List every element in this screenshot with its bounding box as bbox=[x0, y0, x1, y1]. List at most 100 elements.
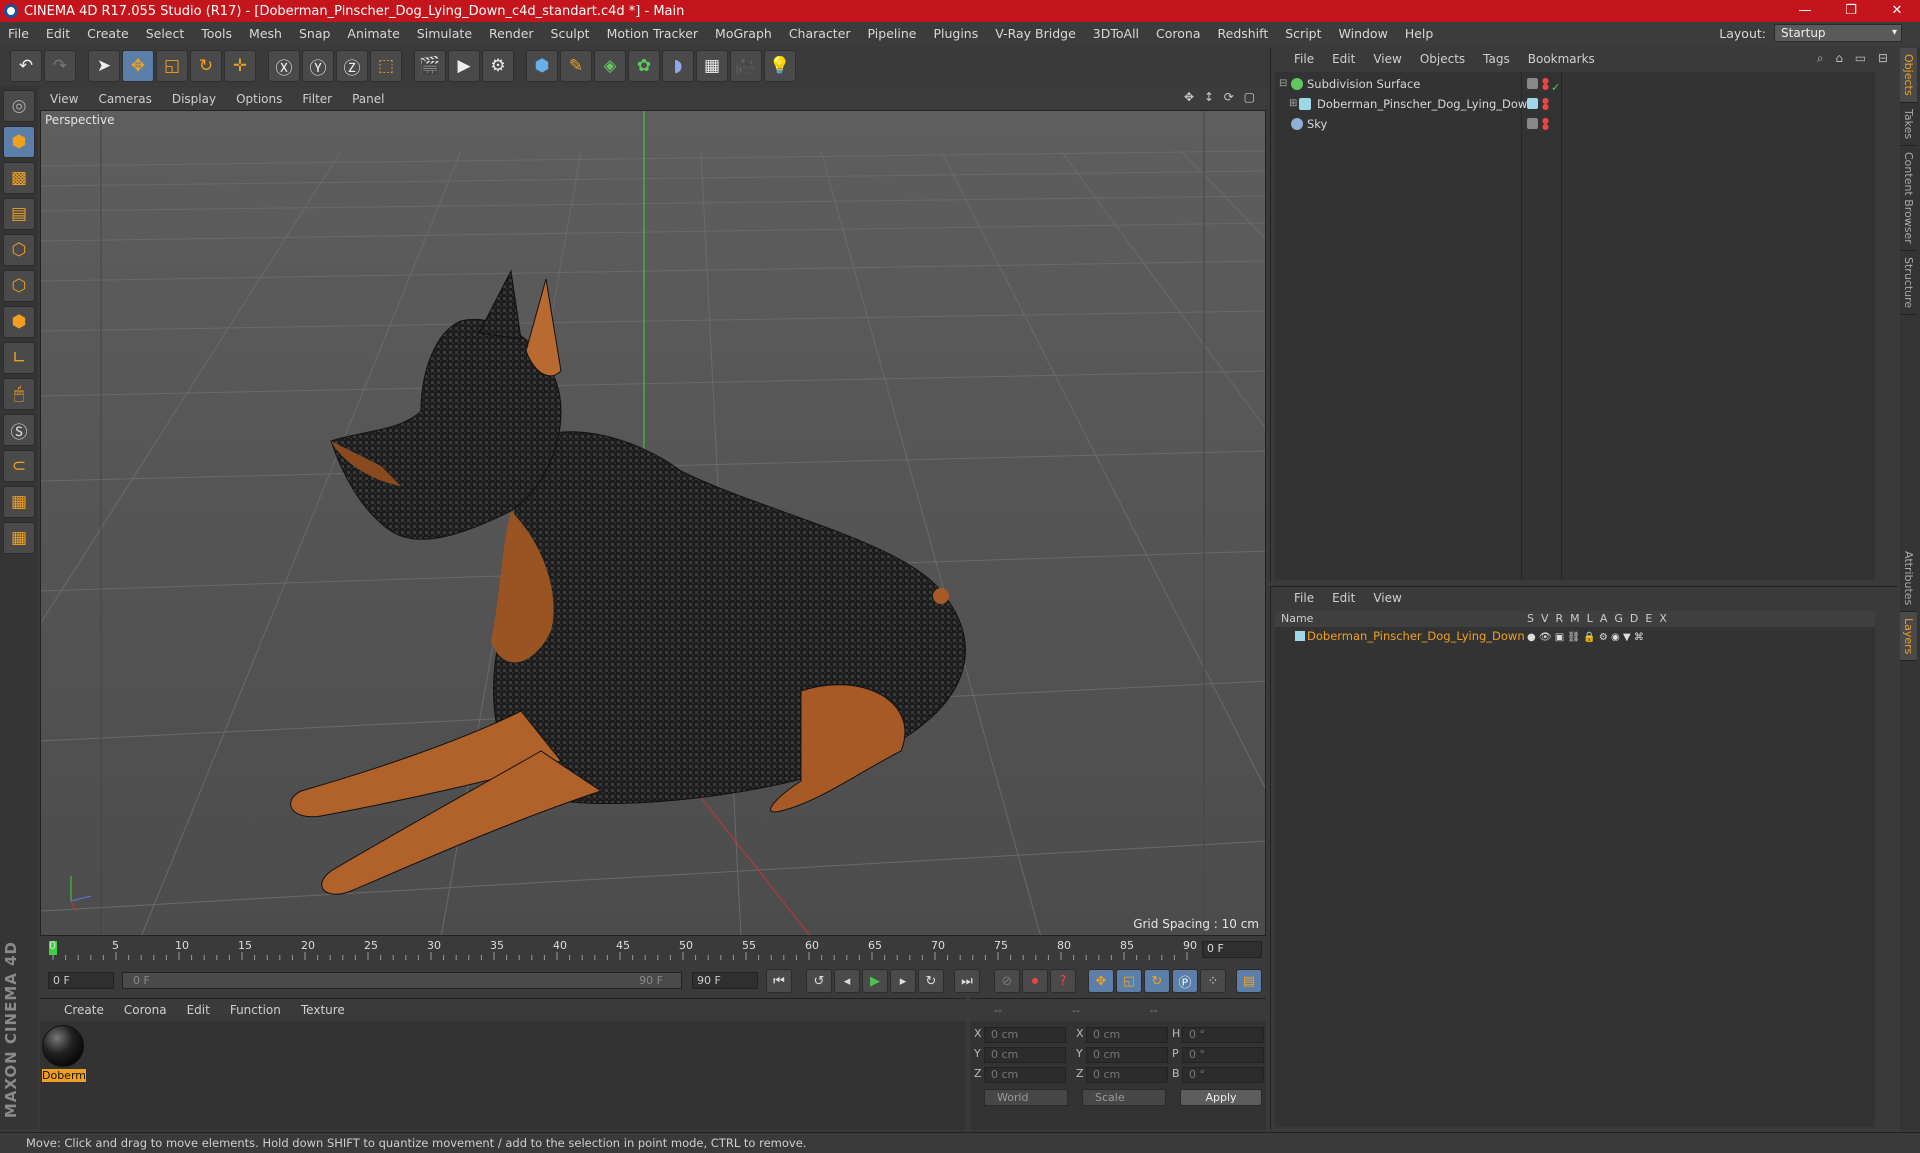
render-view-icon[interactable]: 🎬 bbox=[414, 50, 446, 82]
menu-window[interactable]: Window bbox=[1331, 22, 1397, 46]
menu-script[interactable]: Script bbox=[1277, 22, 1330, 46]
perspective-viewport[interactable]: Perspective Grid Spacing : 10 cm bbox=[40, 110, 1266, 936]
tab-attributes[interactable]: Attributes bbox=[1900, 545, 1917, 612]
material-menu-edit[interactable]: Edit bbox=[177, 1003, 220, 1017]
menu-character[interactable]: Character bbox=[781, 22, 860, 46]
menu-sculpt[interactable]: Sculpt bbox=[543, 22, 599, 46]
subdivision-generator-icon[interactable]: ◈ bbox=[594, 50, 626, 82]
size-y-field[interactable]: 0 cm bbox=[1086, 1047, 1168, 1063]
make-editable-icon[interactable]: ◎ bbox=[3, 90, 35, 122]
object-row-sky[interactable]: Sky ● ● bbox=[1275, 114, 1875, 134]
end-frame-field[interactable]: 90 F bbox=[692, 972, 758, 989]
layer-color-icon[interactable] bbox=[1527, 98, 1538, 109]
menu-tools[interactable]: Tools bbox=[193, 22, 241, 46]
go-to-start-icon[interactable]: ⏮ bbox=[766, 969, 792, 993]
viewport-navigation-icons[interactable]: ✥ ↕ ⟳ ▢ bbox=[1184, 90, 1258, 104]
key-pla-icon[interactable]: ⁘ bbox=[1200, 969, 1226, 993]
object-row-doberman[interactable]: ⊞ Doberman_Pinscher_Dog_Lying_Down ● ● bbox=[1275, 94, 1875, 114]
x-axis-lock-icon[interactable]: Ⓧ bbox=[268, 50, 300, 82]
light-icon[interactable]: 💡 bbox=[764, 50, 796, 82]
menu-edit[interactable]: Edit bbox=[38, 22, 79, 46]
deformer-icon[interactable]: ◗ bbox=[662, 50, 694, 82]
tab-structure[interactable]: Structure bbox=[1900, 251, 1917, 315]
layer-row[interactable]: Doberman_Pinscher_Dog_Lying_Down ● 👁 ▣ ⛓… bbox=[1275, 627, 1875, 645]
layermgr-menu-file[interactable]: File bbox=[1285, 591, 1323, 605]
camera-icon[interactable]: 🎥 bbox=[730, 50, 762, 82]
menu-corona[interactable]: Corona bbox=[1148, 22, 1209, 46]
menu-motion-tracker[interactable]: Motion Tracker bbox=[599, 22, 707, 46]
scale-tool-icon[interactable]: ◱ bbox=[156, 50, 188, 82]
render-settings-icon[interactable]: ⚙ bbox=[482, 50, 514, 82]
material-menu-create[interactable]: Create bbox=[54, 1003, 114, 1017]
workplane-lock-icon[interactable]: ▦ bbox=[3, 486, 35, 518]
menu-select[interactable]: Select bbox=[138, 22, 194, 46]
workplane-mode-icon[interactable]: ▤ bbox=[3, 198, 35, 230]
close-button[interactable]: ✕ bbox=[1874, 0, 1920, 22]
tweak-mode-icon[interactable]: 🖱 bbox=[3, 378, 35, 410]
previous-key-icon[interactable]: ↺ bbox=[806, 969, 832, 993]
scale-dropdown[interactable]: Scale bbox=[1082, 1089, 1166, 1106]
menu-3dtoall[interactable]: 3DToAll bbox=[1085, 22, 1148, 46]
material-swatch[interactable]: Doberm bbox=[42, 1025, 86, 1082]
position-z-field[interactable]: 0 cm bbox=[984, 1067, 1066, 1083]
menu-file[interactable]: File bbox=[0, 22, 38, 46]
menu-mesh[interactable]: Mesh bbox=[241, 22, 291, 46]
frame-range-slider[interactable]: 0 F 90 F bbox=[122, 972, 682, 989]
size-z-field[interactable]: 0 cm bbox=[1086, 1067, 1168, 1083]
autokey-icon[interactable]: ? bbox=[1050, 969, 1076, 993]
layermgr-menu-edit[interactable]: Edit bbox=[1323, 591, 1364, 605]
menu-animate[interactable]: Animate bbox=[339, 22, 408, 46]
menu-render[interactable]: Render bbox=[481, 22, 543, 46]
rotation-p-field[interactable]: 0 ° bbox=[1182, 1047, 1264, 1063]
layer-color-swatch[interactable] bbox=[1295, 631, 1305, 641]
objmgr-menu-tags[interactable]: Tags bbox=[1474, 52, 1519, 66]
record-icon[interactable]: ⏺ bbox=[1022, 969, 1048, 993]
layer-flag-icons[interactable]: ● 👁 ▣ ⛓ 🔒 ⚙ ◉ ▼ ⌘ bbox=[1527, 629, 1644, 647]
move-tool-icon[interactable]: ✥ bbox=[122, 50, 154, 82]
material-menu-texture[interactable]: Texture bbox=[291, 1003, 355, 1017]
keyframe-selection-icon[interactable]: ⊘ bbox=[994, 969, 1020, 993]
play-icon[interactable]: ▶ bbox=[862, 969, 888, 993]
material-menu-function[interactable]: Function bbox=[220, 1003, 291, 1017]
menu-snap[interactable]: Snap bbox=[291, 22, 339, 46]
coordinate-system-icon[interactable]: ⬚ bbox=[370, 50, 402, 82]
expand-icon[interactable]: ⊞ bbox=[1289, 94, 1297, 114]
viewport-menu-view[interactable]: View bbox=[40, 92, 88, 106]
previous-frame-icon[interactable]: ◂ bbox=[834, 969, 860, 993]
pen-spline-icon[interactable]: ✎ bbox=[560, 50, 592, 82]
cube-primitive-icon[interactable]: ⬢ bbox=[526, 50, 558, 82]
objmgr-menu-objects[interactable]: Objects bbox=[1411, 52, 1474, 66]
menu-help[interactable]: Help bbox=[1397, 22, 1443, 46]
position-y-field[interactable]: 0 cm bbox=[984, 1047, 1066, 1063]
objmgr-menu-edit[interactable]: Edit bbox=[1323, 52, 1364, 66]
tab-objects[interactable]: Objects bbox=[1900, 48, 1917, 103]
rotation-b-field[interactable]: 0 ° bbox=[1182, 1067, 1264, 1083]
current-frame-field[interactable]: 0 F bbox=[1202, 941, 1262, 958]
model-mode-icon[interactable]: ⬢ bbox=[3, 126, 35, 158]
viewport-menu-options[interactable]: Options bbox=[226, 92, 292, 106]
apply-button[interactable]: Apply bbox=[1180, 1089, 1262, 1106]
polygons-mode-icon[interactable]: ⬢ bbox=[3, 306, 35, 338]
select-arrow-icon[interactable]: ➤ bbox=[88, 50, 120, 82]
edges-mode-icon[interactable]: ⬡ bbox=[3, 270, 35, 302]
undo-icon[interactable]: ↶ bbox=[10, 50, 42, 82]
tab-takes[interactable]: Takes bbox=[1900, 103, 1917, 146]
menu-redshift[interactable]: Redshift bbox=[1210, 22, 1278, 46]
timeline-ruler[interactable]: 0 5 10 15 20 25 30 35 40 45 50 55 60 65 70 75 80 85 90 0 F bbox=[40, 938, 1266, 962]
menu-create[interactable]: Create bbox=[79, 22, 138, 46]
solo-mode-icon[interactable]: Ⓢ bbox=[3, 414, 35, 446]
viewport-menu-display[interactable]: Display bbox=[162, 92, 226, 106]
key-position-icon[interactable]: ✥ bbox=[1088, 969, 1114, 993]
objmgr-menu-view[interactable]: View bbox=[1364, 52, 1410, 66]
menu-plugins[interactable]: Plugins bbox=[925, 22, 987, 46]
go-to-end-icon[interactable]: ⏭ bbox=[954, 969, 980, 993]
editor-render-dots-icon[interactable]: ● ● bbox=[1542, 117, 1549, 131]
objmgr-menu-file[interactable]: File bbox=[1285, 52, 1323, 66]
snap-magnet-icon[interactable]: ⊂ bbox=[3, 450, 35, 482]
objmgr-search-home-icons[interactable]: ⌕ ⌂ ▭ ⊟ bbox=[1817, 51, 1892, 66]
layermgr-menu-view[interactable]: View bbox=[1364, 591, 1410, 605]
axis-mode-icon[interactable]: ∟ bbox=[3, 342, 35, 374]
visibility-toggle-icon[interactable] bbox=[1527, 78, 1538, 89]
rotate-tool-icon[interactable]: ↻ bbox=[190, 50, 222, 82]
viewport-menu-filter[interactable]: Filter bbox=[292, 92, 342, 106]
